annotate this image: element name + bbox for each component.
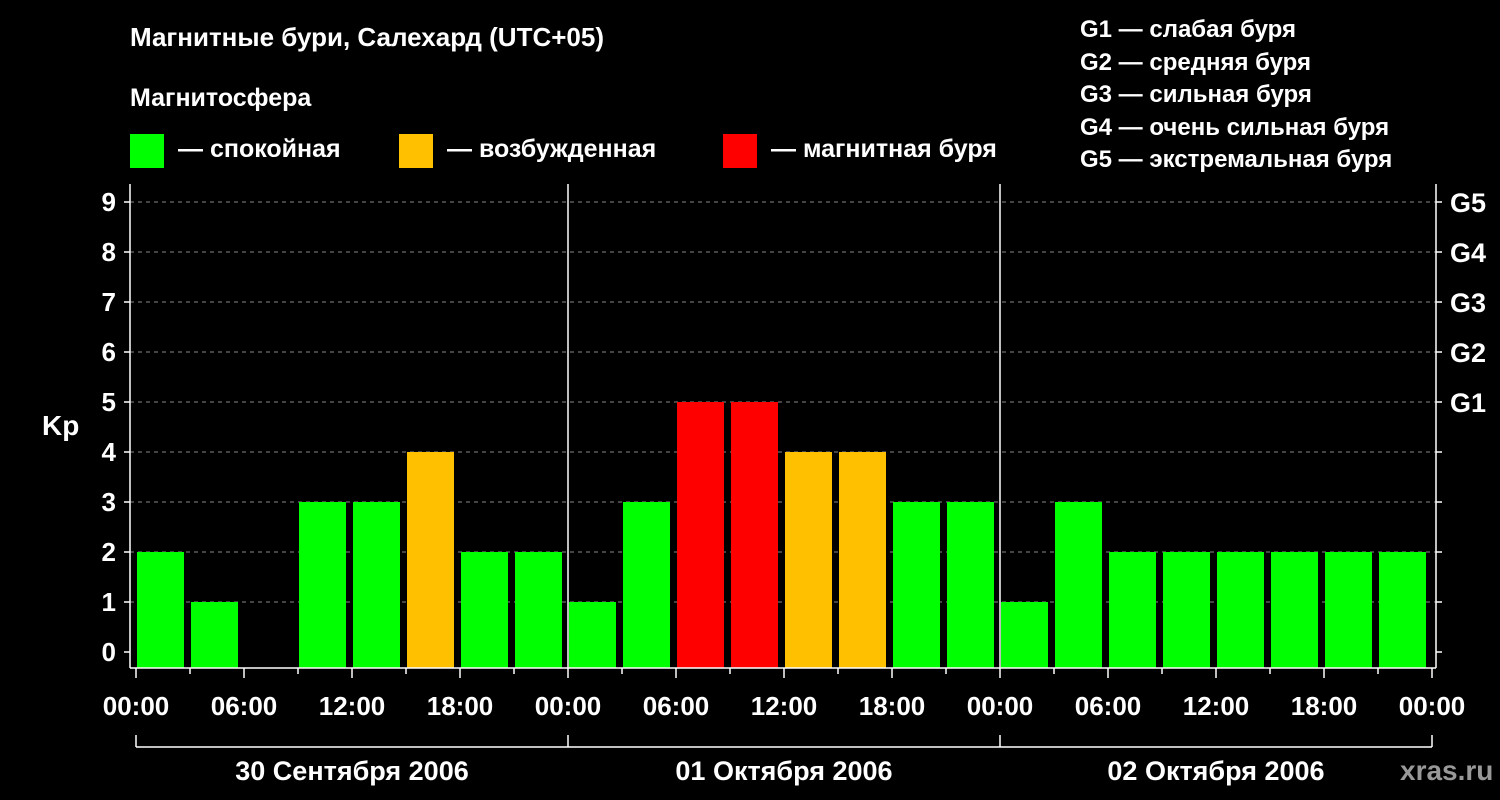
x-tick-label: 00:00 bbox=[535, 691, 602, 721]
x-tick-label: 18:00 bbox=[1291, 691, 1358, 721]
y-tick-label: 9 bbox=[102, 187, 116, 217]
x-tick-label: 18:00 bbox=[427, 691, 494, 721]
kp-bar bbox=[137, 552, 184, 668]
x-tick-label: 06:00 bbox=[211, 691, 278, 721]
g-level-label: G2 bbox=[1450, 338, 1486, 368]
x-tick-label: 06:00 bbox=[1075, 691, 1142, 721]
x-tick-label: 00:00 bbox=[103, 691, 170, 721]
g-level-label: G1 bbox=[1450, 388, 1486, 418]
day-label: 01 Октября 2006 bbox=[675, 756, 892, 786]
day-label: 30 Сентября 2006 bbox=[235, 756, 468, 786]
y-tick-label: 1 bbox=[102, 587, 116, 617]
y-tick-label: 8 bbox=[102, 237, 116, 267]
kp-bar bbox=[731, 402, 778, 668]
kp-bar bbox=[1055, 502, 1102, 668]
y-tick-label: 7 bbox=[102, 287, 116, 317]
kp-bar bbox=[1217, 552, 1264, 668]
x-tick-label: 12:00 bbox=[319, 691, 386, 721]
y-tick-label: 5 bbox=[102, 387, 116, 417]
y-tick-label: 2 bbox=[102, 537, 116, 567]
x-tick-label: 06:00 bbox=[643, 691, 710, 721]
g-level-label: G4 bbox=[1450, 238, 1486, 268]
g-level-label: G3 bbox=[1450, 288, 1486, 318]
kp-bar bbox=[299, 502, 346, 668]
y-tick-label: 6 bbox=[102, 337, 116, 367]
kp-bar bbox=[569, 602, 616, 668]
kp-bar bbox=[893, 502, 940, 668]
y-tick-label: 3 bbox=[102, 487, 116, 517]
x-tick-label: 12:00 bbox=[751, 691, 818, 721]
kp-bar bbox=[1163, 552, 1210, 668]
x-tick-label: 18:00 bbox=[859, 691, 926, 721]
kp-bar bbox=[461, 552, 508, 668]
x-tick-label: 00:00 bbox=[967, 691, 1034, 721]
x-tick-label: 00:00 bbox=[1399, 691, 1466, 721]
kp-bar-chart: 0 1 2 3 4 5 6 7 8 9 G1 G2 G3 G4 G5 00:00 06:00 12:00 18:00… bbox=[102, 184, 1486, 786]
kp-bar bbox=[1379, 552, 1426, 668]
kp-bar bbox=[677, 402, 724, 668]
kp-bar bbox=[1001, 602, 1048, 668]
kp-bar bbox=[839, 452, 886, 668]
kp-bar bbox=[1109, 552, 1156, 668]
y-tick-label: 0 bbox=[102, 637, 116, 667]
kp-bar bbox=[947, 502, 994, 668]
g-level-label: G5 bbox=[1450, 188, 1486, 218]
y-tick-label: 4 bbox=[102, 437, 117, 467]
kp-bar bbox=[407, 452, 454, 668]
kp-bar bbox=[353, 502, 400, 668]
day-label: 02 Октября 2006 bbox=[1107, 756, 1324, 786]
kp-bar bbox=[623, 502, 670, 668]
kp-bar bbox=[191, 602, 238, 668]
kp-bar bbox=[785, 452, 832, 668]
x-tick-label: 12:00 bbox=[1183, 691, 1250, 721]
kp-bar bbox=[1325, 552, 1372, 668]
kp-bar bbox=[1271, 552, 1318, 668]
watermark: xras.ru bbox=[1400, 755, 1494, 786]
kp-bar bbox=[515, 552, 562, 668]
